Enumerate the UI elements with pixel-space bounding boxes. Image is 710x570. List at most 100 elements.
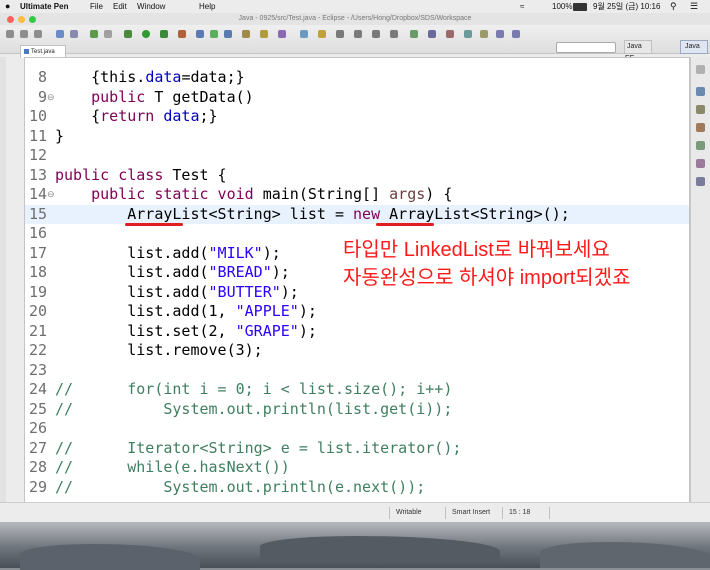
line-number: 26 (28, 419, 47, 437)
notification-icon[interactable]: ☰ (690, 0, 698, 13)
code-line[interactable]: 9 ⊖ public T getData() (25, 88, 689, 108)
menu-edit[interactable]: Edit (113, 0, 127, 13)
battery-level[interactable]: 100% (552, 0, 572, 13)
code-text: {this.data=data;} (91, 68, 245, 86)
history-icon[interactable] (428, 30, 436, 38)
search-icon[interactable]: ⚲ (670, 0, 677, 13)
annotation-icon[interactable] (318, 30, 326, 38)
servers-icon[interactable] (696, 159, 705, 168)
code-line[interactable]: 20 list.add(1, "APPLE"); (25, 302, 689, 322)
code-text: public T getData() (91, 87, 254, 106)
new-class-icon[interactable] (224, 30, 232, 38)
status-cursor-position: 15 : 18 (502, 507, 550, 519)
problems-icon[interactable] (696, 123, 705, 132)
line-number: 19 (28, 282, 47, 301)
window-title-bar: Java - 0925/src/Test.java - Eclipse - /U… (0, 13, 710, 25)
code-line[interactable]: 24 // for(int i = 0; i < list.size(); i++… (25, 380, 689, 400)
desktop-rock (20, 544, 200, 570)
menu-clock[interactable]: 9월 25일 (금) 10:16 (593, 0, 660, 13)
menu-bar: ● Ultimate Pen File Edit Window Help ≈ 1… (0, 0, 710, 14)
pin-editor-icon[interactable] (410, 30, 418, 38)
code-editor[interactable]: 8 {this.data=data;} 9 ⊖ public T getData()… (24, 57, 690, 504)
new-file-icon[interactable] (6, 30, 14, 38)
toggle-mark-icon[interactable] (300, 30, 308, 38)
code-line[interactable]: 13 public class Test { (25, 166, 689, 186)
app-name[interactable]: Ultimate Pen (20, 0, 68, 13)
code-line[interactable]: 10 {return data;} (25, 107, 689, 127)
code-line[interactable]: 11} (25, 127, 689, 147)
server-icon[interactable] (90, 30, 98, 38)
code-line[interactable]: 22 list.remove(3); (25, 341, 689, 361)
line-number: 25 (28, 399, 47, 418)
code-line[interactable]: 27 // Iterator<String> e = list.iterator(… (25, 439, 689, 459)
new-package-icon[interactable] (210, 30, 218, 38)
wifi-icon[interactable]: ≈ (520, 0, 524, 13)
annotation-text: 자동완성으로 하셔야 import되겠죠 (343, 267, 631, 289)
code-line[interactable]: 28 // while(e.hasNext()) (25, 458, 689, 478)
external-tools-icon[interactable] (178, 30, 186, 38)
open-task-icon[interactable] (260, 30, 268, 38)
minimize-window-icon[interactable] (18, 16, 25, 23)
code-line[interactable]: 14 ⊖ public static void main(String[] arg… (25, 185, 689, 205)
menu-file[interactable]: File (90, 0, 103, 13)
code-line[interactable]: 29 // System.out.println(e.next()); (25, 478, 689, 498)
line-number: 27 (28, 438, 47, 457)
restore-icon[interactable] (696, 65, 705, 74)
terminal-icon[interactable] (70, 30, 78, 38)
debug-icon[interactable] (124, 30, 132, 38)
battery-icon (573, 3, 587, 11)
code-text: // Iterator<String> e = list.iterator(); (55, 438, 462, 457)
code-text: } (55, 126, 65, 145)
code-line[interactable]: 21 list.set(2, "GRAPE"); (25, 322, 689, 342)
menu-help[interactable]: Help (199, 0, 215, 13)
line-number: 29 (28, 477, 47, 496)
line-number: 14 (28, 185, 47, 203)
code-line[interactable]: 12 (25, 146, 689, 166)
code-text: list.add("BUTTER"); (55, 282, 299, 301)
fold-toggle-icon[interactable]: ⊖ (47, 92, 55, 102)
close-window-icon[interactable] (7, 16, 14, 23)
coverage-icon[interactable] (160, 30, 168, 38)
window-title: Java - 0925/src/Test.java - Eclipse - /U… (238, 15, 472, 22)
next-annotation-icon[interactable] (336, 30, 344, 38)
line-number: 8 (37, 68, 47, 86)
line-number: 28 (28, 458, 47, 476)
line-number: 17 (28, 243, 47, 262)
print-icon[interactable] (34, 30, 42, 38)
perspective-java-ee[interactable]: Java EE (624, 40, 652, 62)
outline-icon[interactable] (696, 87, 705, 96)
desktop-rock (540, 542, 710, 568)
editor-tab-label: Test.java (31, 49, 55, 55)
code-line[interactable]: 26 (25, 419, 689, 439)
skip-breakpoints-icon[interactable] (104, 30, 112, 38)
zoom-window-icon[interactable] (29, 16, 36, 23)
apple-icon[interactable]: ● (5, 0, 10, 13)
back-icon[interactable] (372, 30, 380, 38)
code-line[interactable]: 8 {this.data=data;} (25, 68, 689, 88)
fold-toggle-icon[interactable]: ⊖ (47, 189, 55, 199)
menu-window[interactable]: Window (137, 0, 165, 13)
forward-icon[interactable] (390, 30, 398, 38)
search-toolbar-icon[interactable] (278, 30, 286, 38)
status-bar: Writable Smart Insert 15 : 18 (0, 502, 710, 522)
ant-icon[interactable] (464, 30, 472, 38)
last-edit-icon[interactable] (446, 30, 454, 38)
new-java-project-icon[interactable] (196, 30, 204, 38)
code-line[interactable]: 25 // System.out.println(list.get(i)); (25, 400, 689, 420)
previous-annotation-icon[interactable] (354, 30, 362, 38)
nav-forward-icon[interactable] (512, 30, 520, 38)
nav-back-icon[interactable] (496, 30, 504, 38)
perspective-java[interactable]: Java (680, 40, 708, 54)
bookmark-icon[interactable] (480, 30, 488, 38)
annotation-text: 타입만 LinkedList로 바꿔보세요 (343, 239, 610, 261)
task-list-icon[interactable] (696, 105, 705, 114)
code-line[interactable]: 15 ArrayList<String> list = new ArrayLis… (25, 204, 689, 224)
code-line[interactable]: 23 (25, 361, 689, 381)
javadoc-icon[interactable] (696, 177, 705, 186)
build-icon[interactable] (56, 30, 64, 38)
run-icon[interactable] (142, 30, 150, 38)
quick-access-input[interactable] (556, 42, 616, 53)
open-type-icon[interactable] (242, 30, 250, 38)
console-icon[interactable] (696, 141, 705, 150)
save-icon[interactable] (20, 30, 28, 38)
